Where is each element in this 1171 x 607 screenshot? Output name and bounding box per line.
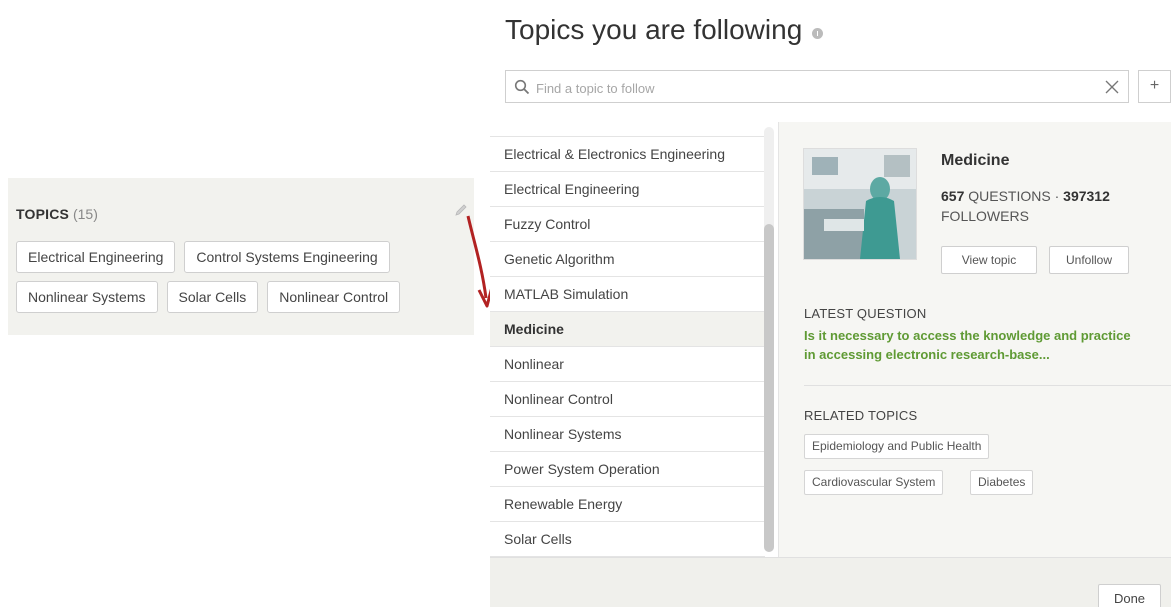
list-item[interactable]: Fuzzy Control (490, 207, 765, 242)
screenshot-canvas: TOPICS (15) Electrical Engineering Contr… (0, 0, 1171, 607)
topic-detail-panel: Medicine 657 QUESTIONS · 397312 FOLLOWER… (778, 122, 1171, 557)
list-item[interactable]: Electrical & Electronics Engineering (490, 137, 765, 172)
list-item[interactable]: Power System Operation (490, 452, 765, 487)
topic-chips: Electrical Engineering Control Systems E… (16, 241, 466, 321)
list-item-clipped (490, 122, 765, 137)
questions-label: QUESTIONS · (968, 188, 1060, 204)
list-item[interactable]: Nonlinear Control (490, 382, 765, 417)
topics-panel: TOPICS (15) Electrical Engineering Contr… (8, 178, 474, 335)
latest-question-line: Is it necessary to access the knowledge … (804, 328, 1131, 343)
chip-row-2: Nonlinear Systems Solar Cells Nonlinear … (16, 281, 466, 313)
latest-question-link[interactable]: Is it necessary to access the knowledge … (804, 326, 1171, 364)
unfollow-button[interactable]: Unfollow (1049, 246, 1129, 274)
list-item[interactable]: Solar Cells (490, 522, 765, 557)
list-item[interactable]: Renewable Energy (490, 487, 765, 522)
dialog-footer: Done (490, 557, 1171, 607)
list-item[interactable]: Genetic Algorithm (490, 242, 765, 277)
search-input[interactable] (534, 76, 1098, 100)
topics-title: TOPICS (16, 206, 70, 222)
chip-row-1: Electrical Engineering Control Systems E… (16, 241, 466, 273)
list-item[interactable]: Nonlinear Systems (490, 417, 765, 452)
done-button[interactable]: Done (1098, 584, 1161, 607)
dialog-title: Topics you are following (505, 14, 824, 46)
section-divider (804, 385, 1171, 386)
followers-count: 397312 (1063, 188, 1110, 204)
list-item[interactable]: Electrical Engineering (490, 172, 765, 207)
related-topic-chip[interactable]: Diabetes (970, 470, 1034, 495)
close-icon[interactable] (1104, 79, 1120, 95)
topic-chip[interactable]: Nonlinear Systems (16, 281, 158, 313)
latest-question-label: LATEST QUESTION (804, 306, 927, 321)
list-item-selected[interactable]: Medicine (490, 312, 765, 347)
topic-name: Medicine (941, 152, 1010, 169)
questions-count: 657 (941, 188, 965, 204)
related-topics-label: RELATED TOPICS (804, 408, 918, 423)
list-scrollbar-thumb[interactable] (764, 224, 774, 552)
topic-stats: 657 QUESTIONS · 397312 FOLLOWERS (941, 186, 1156, 226)
info-icon[interactable] (812, 27, 824, 39)
view-topic-button[interactable]: View topic (941, 246, 1037, 274)
list-item[interactable]: Nonlinear (490, 347, 765, 382)
topic-chip[interactable]: Electrical Engineering (16, 241, 176, 273)
topic-chip[interactable]: Nonlinear Control (267, 281, 401, 313)
topic-thumbnail (803, 148, 917, 260)
dialog-title-text: Topics you are following (505, 14, 803, 45)
related-topic-chip[interactable]: Epidemiology and Public Health (804, 434, 990, 459)
followers-label: FOLLOWERS (941, 208, 1029, 224)
list-item[interactable]: MATLAB Simulation (490, 277, 765, 312)
related-topic-chip[interactable]: Cardiovascular System (804, 470, 944, 495)
topics-header: TOPICS (15) (16, 206, 98, 222)
topic-chip[interactable]: Solar Cells (166, 281, 259, 313)
followed-topics-list: Electrical & Electronics Engineering Ele… (490, 122, 780, 557)
topics-count: (15) (72, 206, 98, 222)
topic-chip[interactable]: Control Systems Engineering (184, 241, 390, 273)
add-topic-button[interactable]: + (1138, 70, 1171, 103)
latest-question-line: in accessing electronic research-base... (804, 347, 1050, 362)
search-icon (514, 79, 530, 95)
search-box (505, 70, 1129, 103)
